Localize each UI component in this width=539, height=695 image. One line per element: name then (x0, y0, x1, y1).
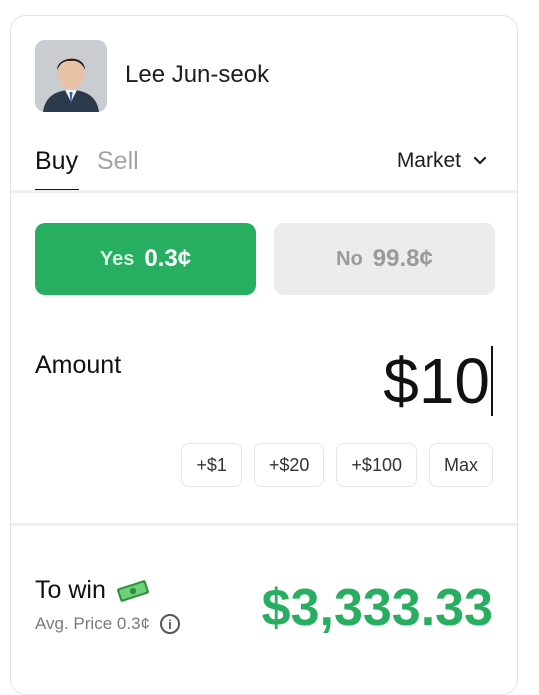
no-price: 99.8¢ (372, 245, 433, 272)
candidate-name: Lee Jun-seok (125, 61, 270, 88)
avatar (35, 40, 107, 112)
trade-card: Lee Jun-seok Buy Sell Market Yes 0.3¢ No… (10, 15, 518, 695)
to-win-row: To win (35, 576, 150, 605)
tab-sell[interactable]: Sell (97, 147, 139, 176)
yes-price: 0.3¢ (144, 245, 192, 272)
info-icon[interactable]: i (159, 614, 180, 634)
tabs-divider (11, 190, 517, 193)
order-type-label: Market (396, 149, 461, 172)
quick-add-group: +$1 +$20 +$100 Max (181, 443, 493, 487)
tab-buy[interactable]: Buy (35, 147, 78, 176)
avg-price: Avg. Price 0.3¢ (35, 614, 150, 633)
add-100-button[interactable]: +$100 (336, 443, 417, 487)
chevron-down-icon (473, 156, 487, 165)
add-20-button[interactable]: +$20 (253, 443, 325, 487)
money-icon (116, 579, 149, 602)
order-type-dropdown[interactable]: Market (397, 149, 487, 173)
payout-value: $3,333.33 (261, 579, 493, 637)
no-label: No (336, 247, 363, 270)
summary-divider (11, 523, 517, 526)
max-button[interactable]: Max (428, 443, 493, 487)
yes-label: Yes (99, 247, 135, 270)
add-1-button[interactable]: +$1 (181, 443, 242, 487)
yes-button[interactable]: Yes 0.3¢ (35, 223, 256, 295)
amount-input[interactable]: $10 (383, 346, 493, 416)
amount-label: Amount (35, 351, 122, 379)
to-win-label: To win (35, 576, 106, 604)
no-button[interactable]: No 99.8¢ (274, 223, 495, 295)
avg-price-row: Avg. Price 0.3¢ i (35, 614, 180, 634)
candidate-photo (35, 40, 107, 112)
